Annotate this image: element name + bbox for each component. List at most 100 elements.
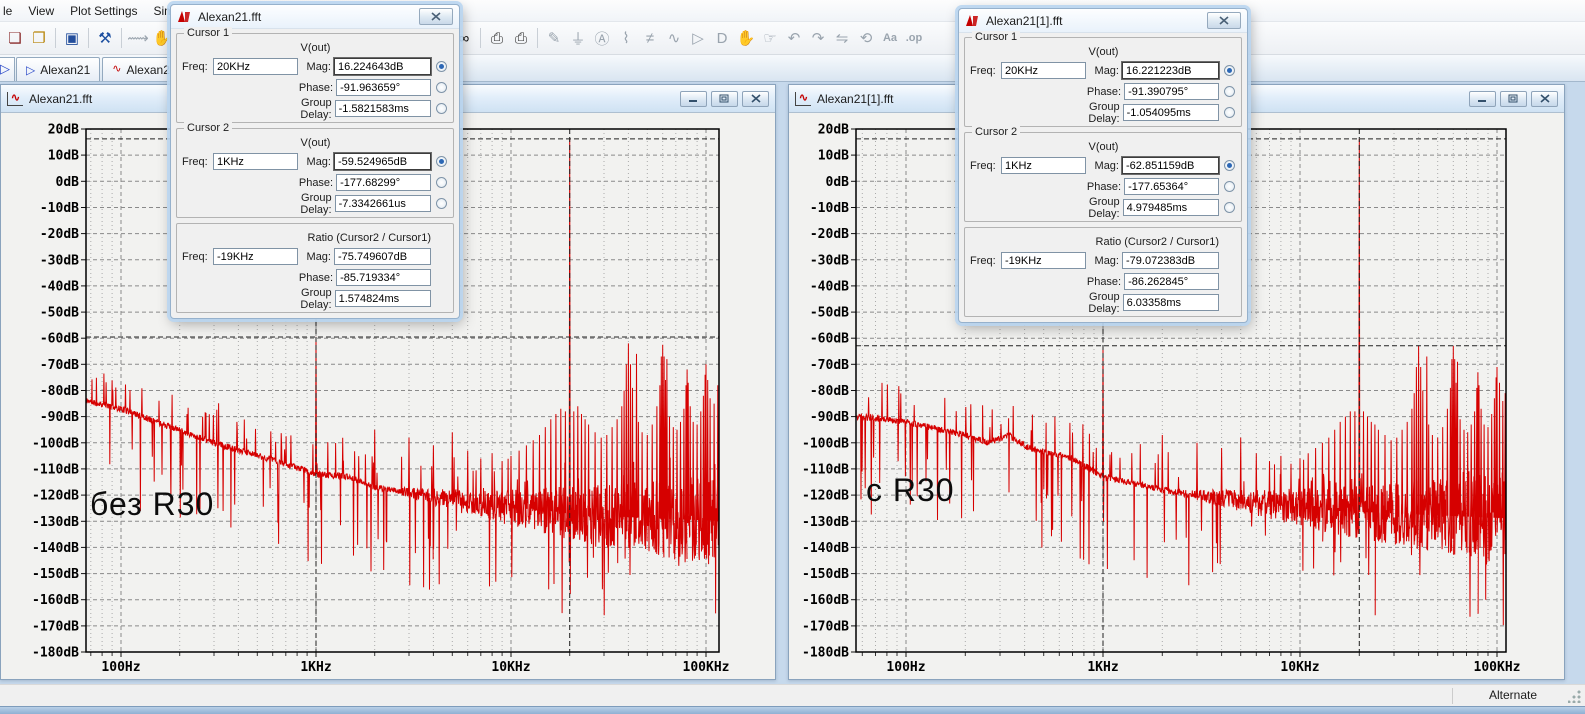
freq-label: Freq: [182, 155, 208, 168]
cursor2-phase-input[interactable] [1124, 178, 1220, 195]
save-icon[interactable]: ▣ [60, 26, 84, 50]
ratio-phase-input[interactable] [336, 269, 432, 286]
spice-directive-icon[interactable]: .op [902, 26, 926, 50]
new-schematic-icon[interactable]: ❏ [3, 26, 27, 50]
cursor1-freq-input[interactable] [213, 58, 298, 75]
component-icon[interactable]: D [710, 26, 734, 50]
cursor2-group-delay-input[interactable] [334, 195, 432, 212]
cursor1-freq-input[interactable] [1001, 62, 1086, 79]
cursor-dialog-left: Alexan21.fft Cursor 1 V(out) Freq: Mag: … [170, 4, 460, 319]
redo-icon[interactable]: ↷ [806, 26, 830, 50]
minimize-button[interactable] [1469, 90, 1496, 107]
mag-radio[interactable] [1224, 160, 1235, 171]
inductor-icon[interactable]: ∿ [662, 26, 686, 50]
svg-text:-140dB: -140dB [32, 541, 79, 556]
group-delay-radio[interactable] [1224, 202, 1236, 213]
open-folder-icon[interactable]: ❐ [27, 26, 51, 50]
restore-button[interactable] [1500, 90, 1527, 107]
close-button[interactable] [1531, 90, 1558, 107]
svg-text:-30dB: -30dB [810, 253, 849, 268]
dialog-titlebar[interactable]: Alexan21[1].fft [959, 9, 1247, 33]
cursor1-group-delay-input[interactable] [1122, 104, 1220, 121]
mag-radio[interactable] [436, 156, 447, 167]
phase-radio[interactable] [1224, 181, 1236, 192]
cursor1-group-delay-input[interactable] [334, 100, 432, 117]
mirror-icon[interactable]: ⇋ [830, 26, 854, 50]
dialog-close-button[interactable] [1207, 12, 1241, 29]
menu-item-view[interactable]: View [20, 2, 62, 20]
group-delay-radio[interactable] [1224, 107, 1236, 118]
phase-radio[interactable] [436, 82, 448, 93]
minimize-button[interactable] [680, 90, 707, 107]
ratio-mag-input[interactable] [334, 248, 431, 265]
x-axis-labels[interactable]: 100Hz 1KHz 10KHz 100KHz [101, 660, 729, 675]
ratio-freq-input[interactable] [1001, 252, 1086, 269]
ratio-header: Ratio (Cursor2 / Cursor1) [307, 232, 431, 244]
run-icon[interactable]: ⟿ [126, 26, 150, 50]
toolbar-separator [480, 28, 481, 48]
mag-radio[interactable] [1224, 65, 1235, 76]
svg-text:-10dB: -10dB [40, 201, 79, 216]
freq-label: Freq: [182, 60, 208, 73]
cursor1-group: Cursor 1 V(out) Freq: Mag: Phase: Group … [964, 31, 1242, 127]
restore-button[interactable] [711, 90, 738, 107]
ratio-freq-input[interactable] [213, 248, 298, 265]
tab-alexan21[interactable]: ▷ Alexan21 [16, 57, 101, 81]
cursor2-freq-input[interactable] [1001, 157, 1086, 174]
diode-icon[interactable]: ▷ [686, 26, 710, 50]
close-icon [750, 94, 761, 103]
ratio-group-delay-input[interactable] [1122, 294, 1220, 311]
rotate-icon[interactable]: ⟲ [854, 26, 878, 50]
capacitor-icon[interactable]: ≠ [638, 26, 662, 50]
svg-text:-20dB: -20dB [810, 227, 849, 242]
group-label: Cursor 2 [972, 126, 1021, 138]
print-all-icon[interactable]: ⎙ [509, 26, 533, 50]
drag-icon[interactable]: ☞ [758, 26, 782, 50]
phase-radio[interactable] [1224, 86, 1236, 97]
text-icon[interactable]: Aa [878, 26, 902, 50]
partial-tab-icon[interactable]: ▷ [0, 57, 15, 81]
phase-radio[interactable] [436, 177, 448, 188]
cursor2-mag-input[interactable] [1122, 157, 1219, 174]
undo-icon[interactable]: ↶ [782, 26, 806, 50]
ltspice-logo-icon [178, 11, 190, 22]
close-icon [1539, 94, 1550, 103]
resistor-icon[interactable]: ⌇ [614, 26, 638, 50]
cursor2-mag-input[interactable] [334, 153, 431, 170]
ratio-group-delay-input[interactable] [334, 290, 432, 307]
move-icon[interactable]: ✋ [734, 26, 758, 50]
y-axis-labels[interactable]: 20dB 10dB 0dB -10dB -20dB -30dB -40dB -50dB -60d… [32, 123, 79, 661]
y-axis-labels[interactable]: 20dB 10dB 0dB -10dB -20dB -30dB -40dB -50dB -60d… [802, 123, 849, 661]
mag-radio[interactable] [436, 61, 447, 72]
wire-icon[interactable]: ✎ [542, 26, 566, 50]
cursor1-mag-input[interactable] [334, 58, 431, 75]
dialog-close-button[interactable] [419, 8, 453, 25]
label-net-icon[interactable]: Ⓐ [590, 26, 614, 50]
cursor1-phase-input[interactable] [1124, 83, 1220, 100]
x-axis-labels[interactable]: 100Hz 1KHz 10KHz 100KHz [886, 660, 1520, 675]
print-icon[interactable]: ⎙ [485, 26, 509, 50]
svg-text:10KHz: 10KHz [1280, 660, 1319, 675]
cursor2-freq-input[interactable] [213, 153, 298, 170]
menu-item-plot-settings[interactable]: Plot Settings [62, 2, 145, 20]
svg-text:10dB: 10dB [818, 149, 849, 164]
ratio-mag-input[interactable] [1122, 252, 1219, 269]
cursor2-phase-input[interactable] [336, 174, 432, 191]
svg-text:-140dB: -140dB [802, 541, 849, 556]
ground-icon[interactable]: ⏚ [566, 26, 590, 50]
cursor1-phase-input[interactable] [336, 79, 432, 96]
cursor2-group-delay-input[interactable] [1122, 199, 1220, 216]
phase-label: Phase: [298, 176, 334, 189]
menu-item-le[interactable]: le [0, 2, 20, 20]
group-delay-radio[interactable] [436, 103, 448, 114]
control-panel-icon[interactable]: ⚒ [93, 26, 117, 50]
ratio-phase-input[interactable] [1124, 273, 1220, 290]
dialog-titlebar[interactable]: Alexan21.fft [171, 5, 459, 29]
close-button[interactable] [742, 90, 769, 107]
resize-grip[interactable] [1568, 689, 1582, 703]
window-bottom-edge [0, 706, 1585, 714]
dialog-title: Alexan21.fft [198, 9, 262, 24]
mag-label: Mag: [1094, 64, 1119, 77]
group-delay-radio[interactable] [436, 198, 448, 209]
cursor1-mag-input[interactable] [1122, 62, 1219, 79]
